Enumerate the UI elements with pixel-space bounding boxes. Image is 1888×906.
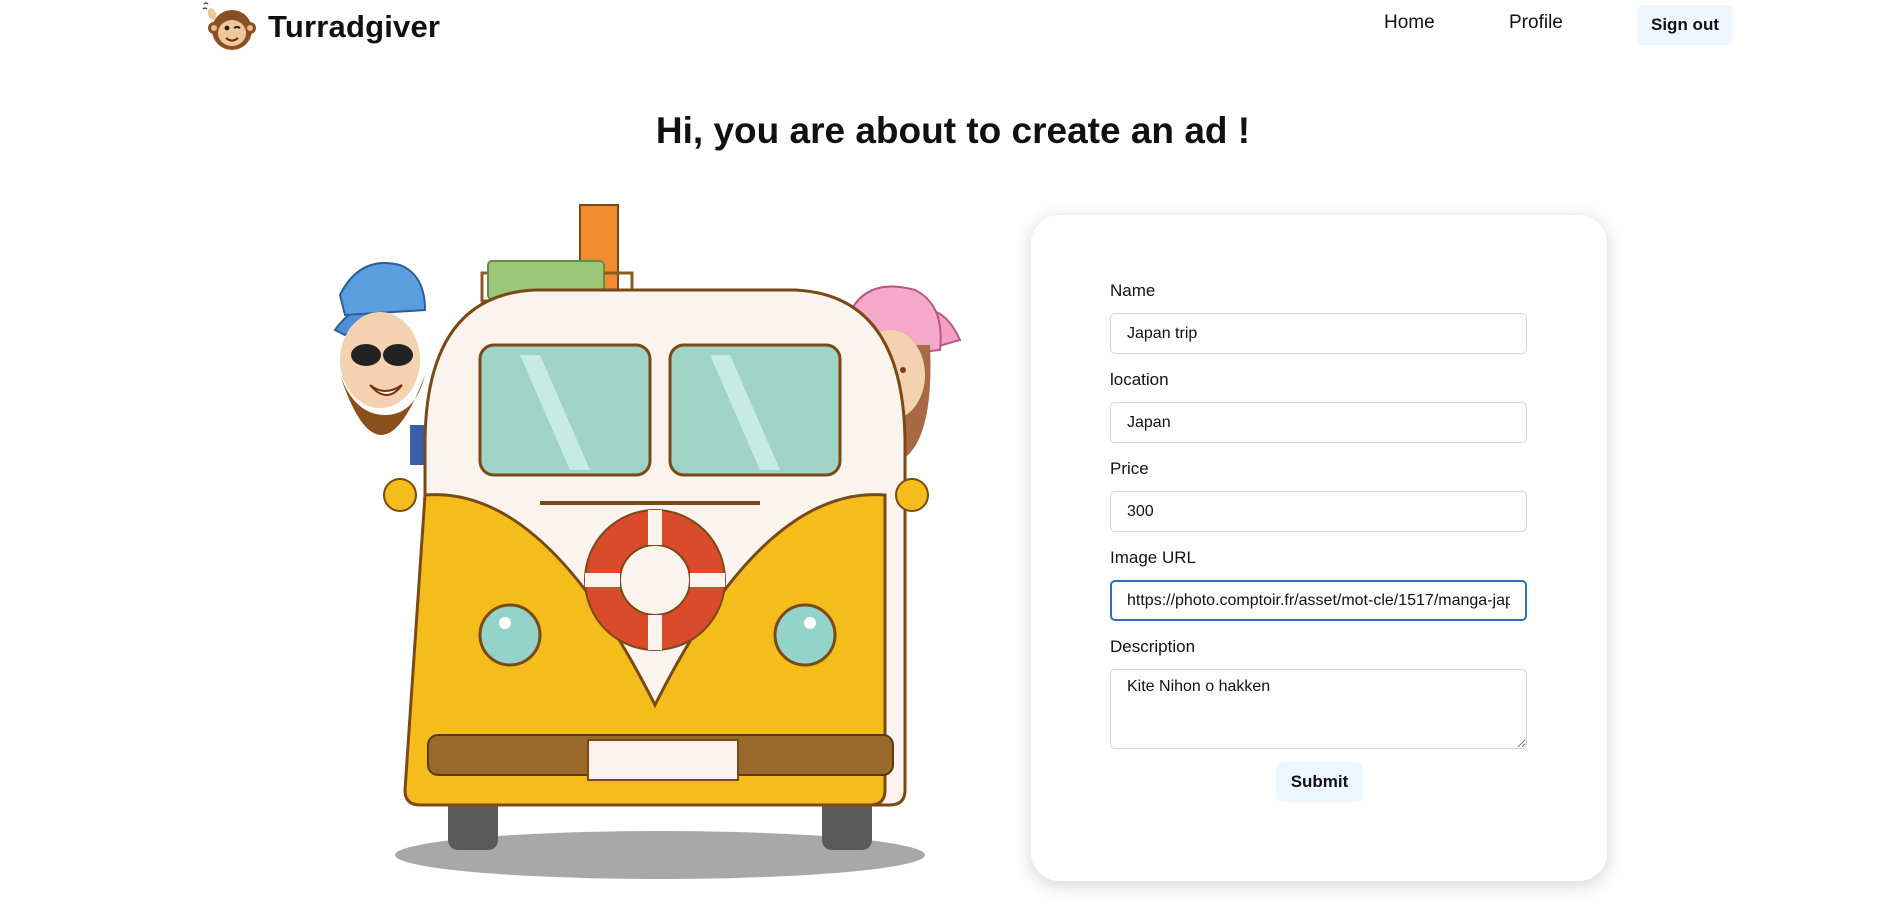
image-url-field[interactable] <box>1110 580 1527 621</box>
price-field[interactable] <box>1110 491 1527 532</box>
name-label: Name <box>1110 281 1156 300</box>
image-url-label: Image URL <box>1110 548 1196 567</box>
location-label: location <box>1110 370 1169 389</box>
monkey-logo-icon <box>202 2 256 50</box>
page-title: Hi, you are about to create an ad ! <box>655 110 1251 151</box>
nav-link-home[interactable]: Home <box>1384 12 1435 34</box>
name-field[interactable] <box>1110 313 1527 354</box>
create-ad-form-card: Name location Price Image URL Descriptio… <box>1031 215 1607 881</box>
description-label: Description <box>1110 637 1196 656</box>
brand[interactable]: Turradgiver <box>200 0 440 54</box>
van-travelers-illustration <box>333 204 962 879</box>
location-field[interactable] <box>1110 402 1527 443</box>
price-label: Price <box>1110 459 1149 478</box>
navbar: Turradgiver Home Profile Sign out <box>0 0 1888 54</box>
sign-out-button[interactable]: Sign out <box>1637 5 1733 45</box>
description-field[interactable]: Kite Nihon o hakken <box>1110 669 1527 749</box>
nav-link-profile[interactable]: Profile <box>1509 12 1563 34</box>
brand-name: Turradgiver <box>268 9 441 44</box>
submit-button[interactable]: Submit <box>1276 762 1363 802</box>
